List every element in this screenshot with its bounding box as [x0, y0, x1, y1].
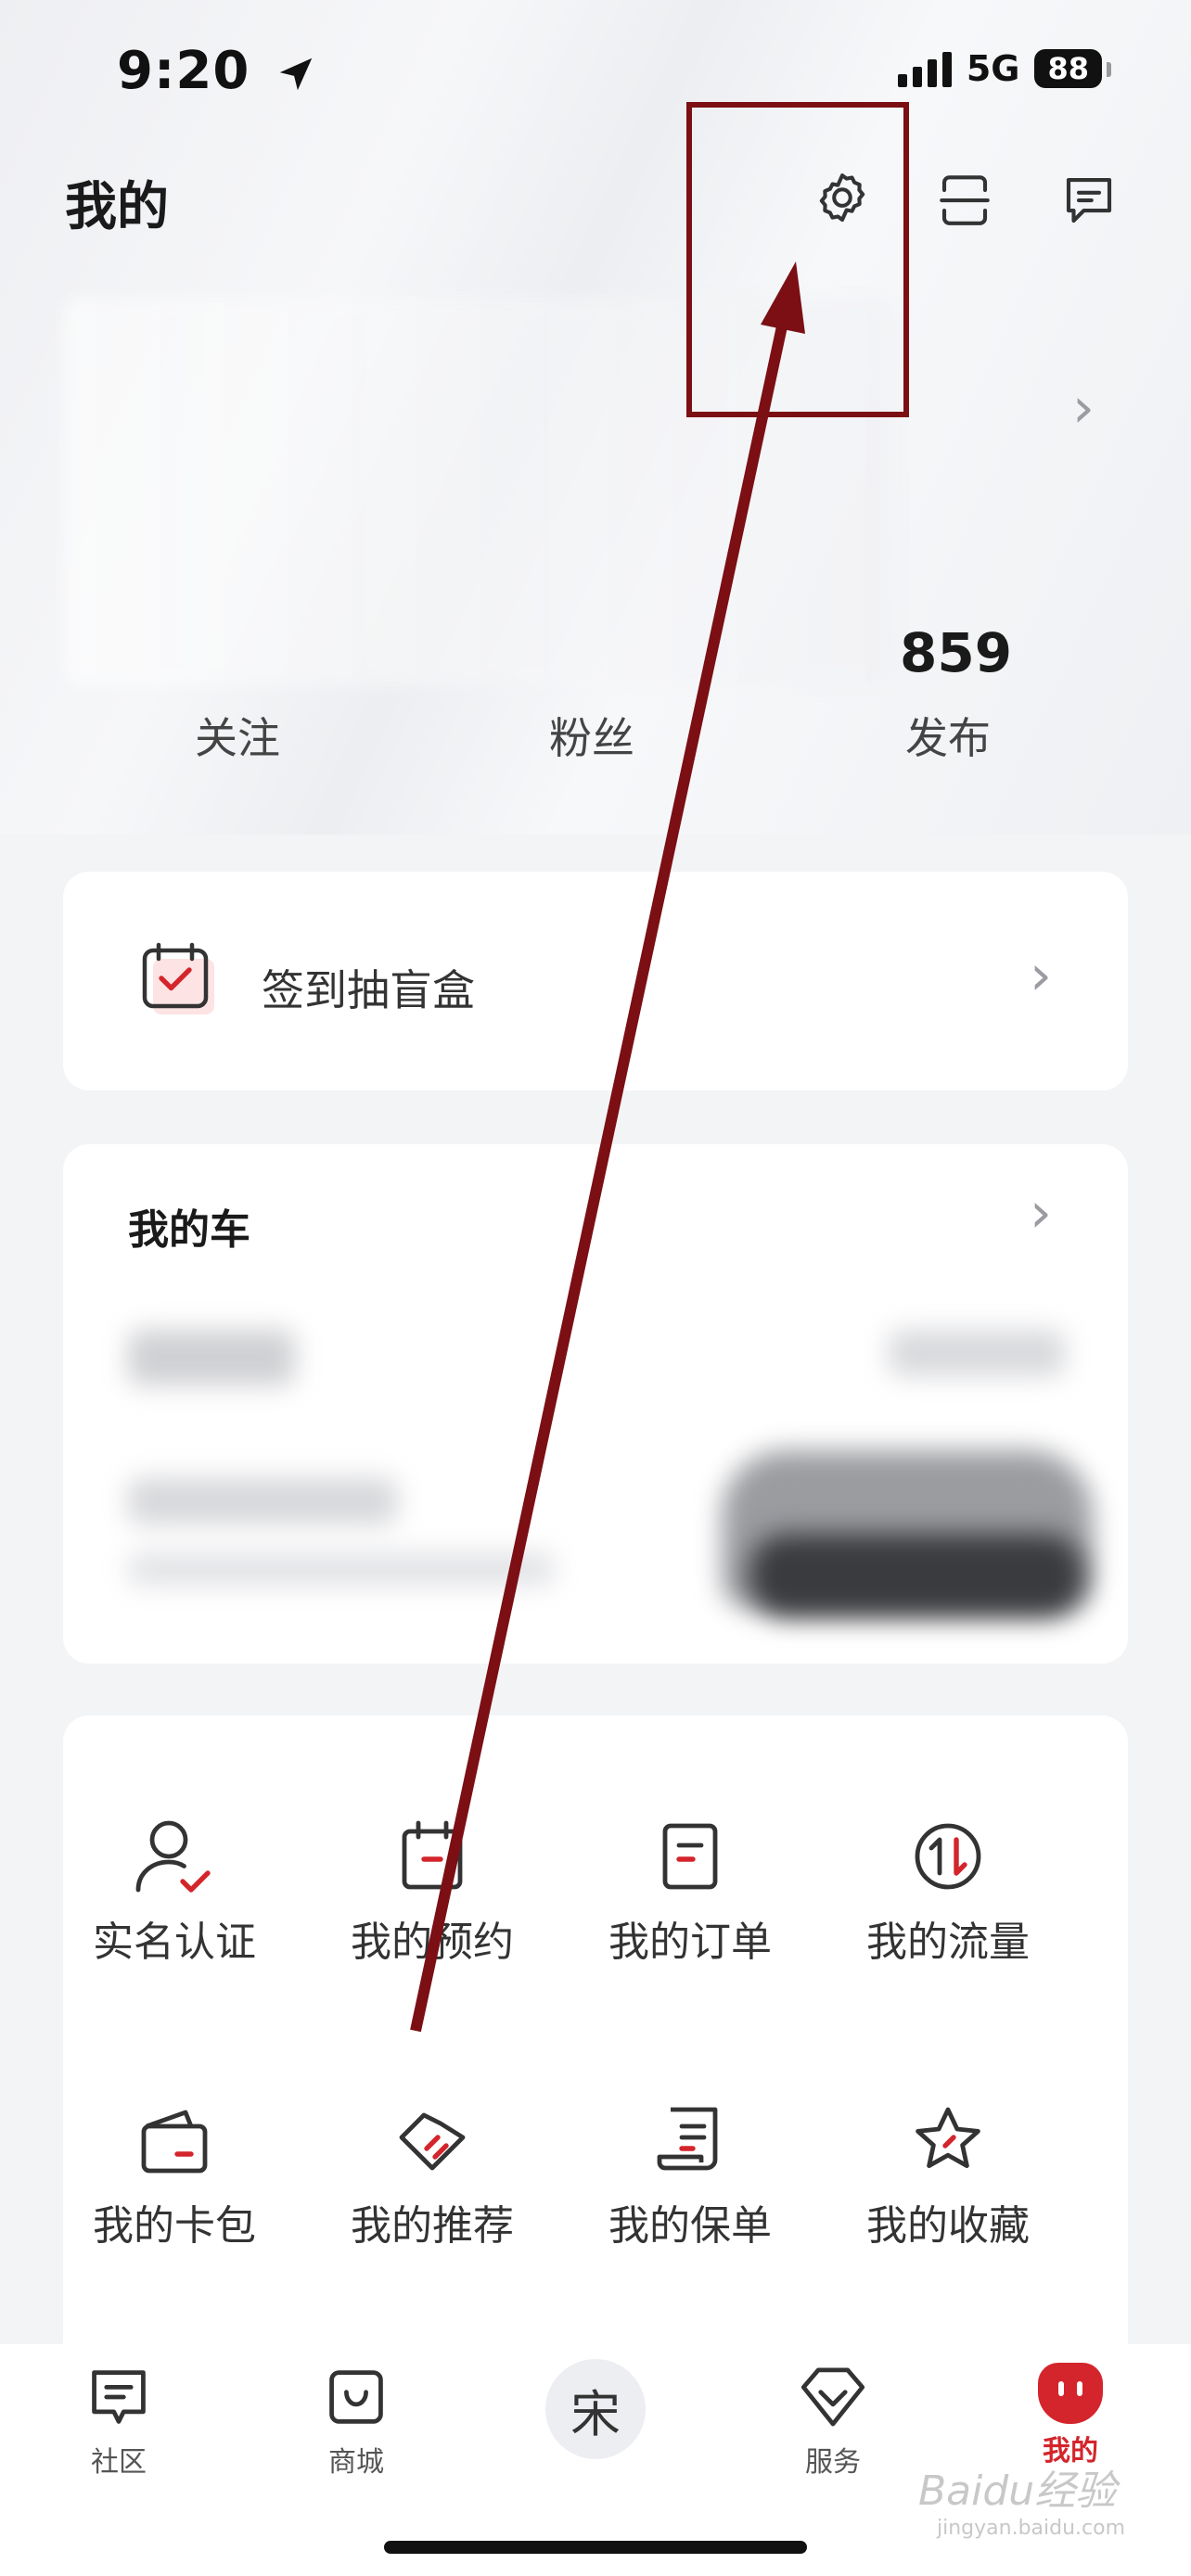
watermark-url: jingyan.baidu.com	[937, 2517, 1126, 2540]
watermark-logo: Baidu经验	[918, 2468, 1117, 2515]
annotation-arrow	[410, 261, 805, 2033]
